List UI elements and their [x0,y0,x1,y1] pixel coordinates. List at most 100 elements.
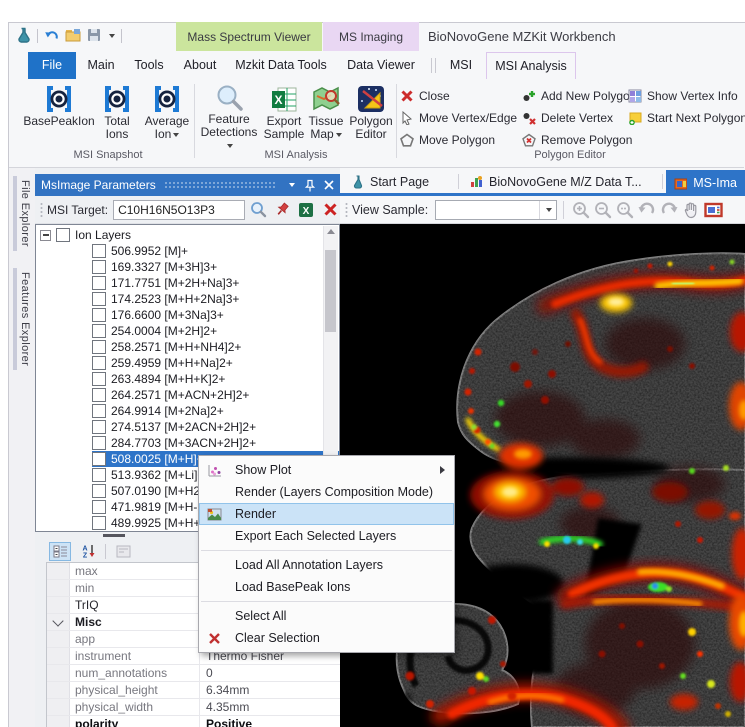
tab-mzkit-data-tools[interactable]: Mzkit Data Tools [230,52,332,79]
tree-item[interactable]: 176.6600 [M+3Na]3+ [36,307,339,323]
checkbox[interactable] [92,388,106,402]
collapse-icon[interactable] [40,230,51,241]
checkbox[interactable] [92,372,106,386]
tree-item[interactable]: 169.3327 [M+3H]3+ [36,259,339,275]
panel-menu-button[interactable] [283,177,299,193]
menu-item-load-annotation-layers[interactable]: Load All Annotation Layers [199,554,454,576]
checkbox[interactable] [92,436,106,450]
checkbox[interactable] [92,340,106,354]
delete-vertex-button[interactable]: Delete Vertex [522,108,613,128]
tab-start-page[interactable]: Start Page [344,170,437,193]
scrollbar-thumb[interactable] [325,250,336,332]
checkbox[interactable] [92,500,106,514]
alphabetical-sort-button[interactable]: AZ [77,542,99,561]
open-folder-icon[interactable] [65,28,81,45]
checkbox[interactable] [92,292,106,306]
menu-item-select-all[interactable]: Select All [199,605,454,627]
zoom-out-button[interactable] [592,199,614,221]
menu-item-render[interactable]: Render [199,503,454,525]
property-row-selected[interactable]: polarityPositive [47,716,340,727]
tree-item[interactable]: 263.4894 [M+H+K]2+ [36,371,339,387]
menu-item-render-composition[interactable]: Render (Layers Composition Mode) [199,481,454,503]
property-row[interactable]: num_annotations0 [47,665,340,682]
sidebar-tab-file-explorer[interactable]: File Explorer [13,176,34,251]
combobox-arrow[interactable] [539,201,556,219]
sidebar-tab-features-explorer[interactable]: Features Explorer [13,268,34,370]
average-ion-button[interactable]: Average Ion [142,83,192,147]
clear-target-button[interactable] [320,200,340,220]
move-vertex-edge-button[interactable]: Move Vertex/Edge [400,108,517,128]
tree-item[interactable]: 506.9952 [M]+ [36,243,339,259]
search-formula-button[interactable] [249,200,269,220]
checkbox[interactable] [92,484,106,498]
tree-item[interactable]: 258.2571 [M+H+NH4]2+ [36,339,339,355]
remove-polygon-button[interactable]: Remove Polygon [522,130,632,150]
menu-item-export-layers[interactable]: Export Each Selected Layers [199,525,454,547]
tab-msi[interactable]: MSI [440,52,482,79]
panel-close-button[interactable] [321,177,337,193]
checkbox[interactable] [92,356,106,370]
tab-mz-data[interactable]: BioNovoGene M/Z Data T... [462,170,650,193]
zoom-in-button[interactable] [570,199,592,221]
pan-hand-button[interactable] [680,199,702,221]
panel-pin-button[interactable] [302,177,318,193]
polygon-editor-button[interactable]: Polygon Editor [348,83,394,147]
property-pages-button[interactable] [112,542,134,561]
rotate-cw-button[interactable] [658,199,680,221]
tab-data-viewer[interactable]: Data Viewer [336,52,426,79]
start-next-polygon-button[interactable]: Start Next Polygon [628,108,745,128]
tree-item[interactable]: 174.2523 [M+H+2Na]3+ [36,291,339,307]
menu-item-show-plot[interactable]: Show Plot [199,459,454,481]
checkbox[interactable] [92,260,106,274]
tree-root-row[interactable]: Ion Layers [36,227,339,243]
save-icon[interactable] [87,28,101,45]
tree-item[interactable]: 264.2571 [M+ACN+2H]2+ [36,387,339,403]
panel-titlebar[interactable]: MsImage Parameters [35,174,340,196]
checkbox[interactable] [92,276,106,290]
tab-main[interactable]: Main [78,52,124,79]
checkbox[interactable] [92,452,106,466]
msi-target-input[interactable] [113,200,245,220]
feature-detections-button[interactable]: Feature Detections [198,83,260,147]
show-vertex-info-button[interactable]: Show Vertex Info [628,86,738,106]
tissue-map-button[interactable]: Tissue Map [306,83,346,147]
checkbox[interactable] [56,228,70,242]
tree-item[interactable]: 264.9914 [M+2Na]2+ [36,403,339,419]
close-polygon-button[interactable]: Close [400,86,450,106]
tree-item[interactable]: 284.7703 [M+3ACN+2H]2+ [36,435,339,451]
chevron-down-icon[interactable] [52,615,63,626]
checkbox[interactable] [92,244,106,258]
move-polygon-button[interactable]: Move Polygon [400,130,495,150]
sample-combobox[interactable] [435,200,557,220]
rotate-ccw-button[interactable] [636,199,658,221]
tree-item[interactable]: 274.5137 [M+2ACN+2H]2+ [36,419,339,435]
zoom-reset-button[interactable] [614,199,636,221]
checkbox[interactable] [92,468,106,482]
property-row[interactable]: physical_height6.34mm [47,682,340,699]
tab-msi-analysis[interactable]: MSI Analysis [486,52,576,79]
checkbox[interactable] [92,516,106,530]
property-row[interactable]: physical_width4.35mm [47,699,340,716]
menu-item-load-basepeak-ions[interactable]: Load BasePeak Ions [199,576,454,598]
checkbox[interactable] [92,308,106,322]
base-peak-ion-button[interactable]: BasePeakIon [26,83,92,147]
tab-tools[interactable]: Tools [126,52,172,79]
qat-dropdown-icon[interactable] [109,34,115,38]
tab-ms-imaging-selected[interactable]: MS-Ima [666,170,745,196]
tab-file[interactable]: File [28,52,76,79]
tree-item[interactable]: 171.7751 [M+2H+Na]3+ [36,275,339,291]
menu-item-clear-selection[interactable]: Clear Selection [199,627,454,649]
export-sample-button[interactable]: X Export Sample [262,83,306,147]
checkbox[interactable] [92,404,106,418]
checkbox[interactable] [92,420,106,434]
scroll-up-icon[interactable] [327,229,335,234]
pin-target-button[interactable] [273,200,293,220]
export-excel-button[interactable]: X [297,200,317,220]
add-new-polygon-button[interactable]: Add New Polygon [522,86,636,106]
undo-icon[interactable] [44,27,59,45]
checkbox[interactable] [92,324,106,338]
tree-item[interactable]: 254.0004 [M+2H]2+ [36,323,339,339]
total-ions-button[interactable]: Total Ions [94,83,140,147]
heatmap-legend-button[interactable] [702,199,724,221]
tree-item[interactable]: 259.4959 [M+H+Na]2+ [36,355,339,371]
